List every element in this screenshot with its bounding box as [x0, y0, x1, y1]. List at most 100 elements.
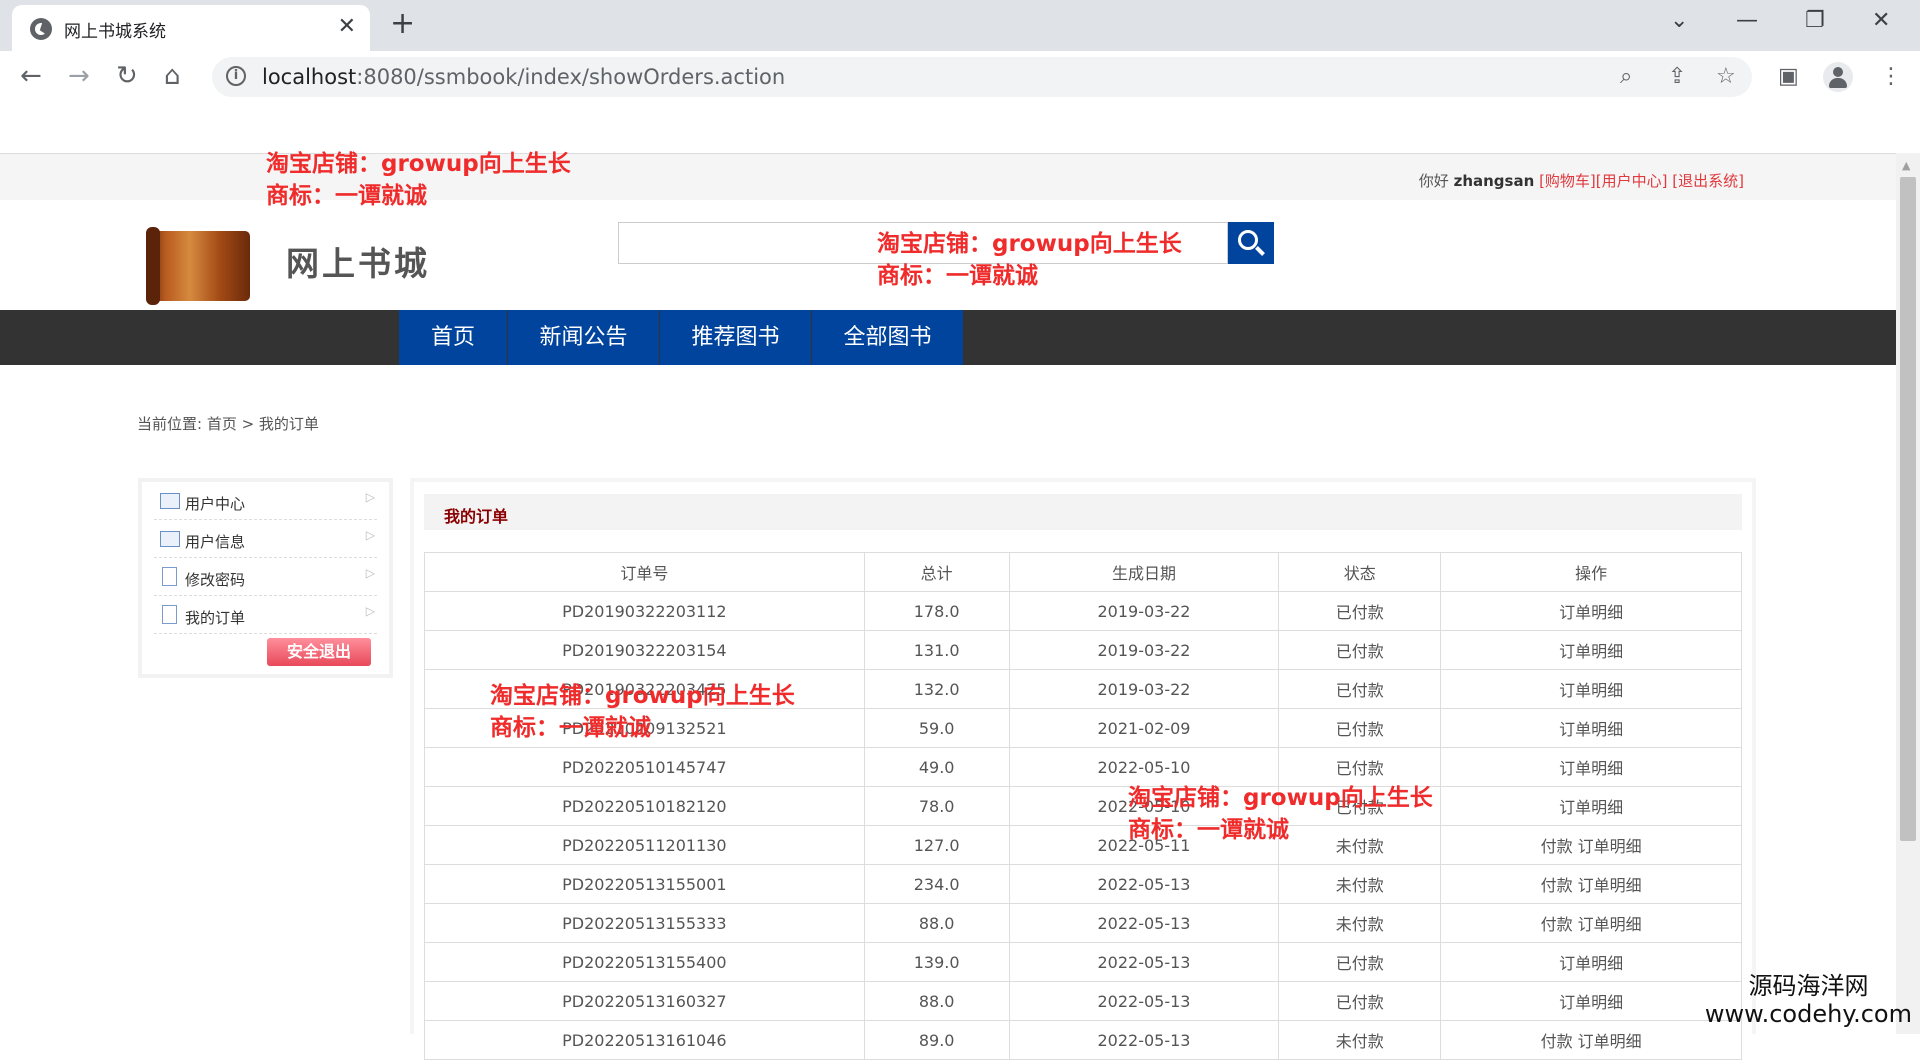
order-date-cell: 2022-05-13 [1008, 981, 1280, 1021]
order-id-cell: PD20220510182120 [424, 786, 865, 826]
order-date-cell: 2021-02-09 [1008, 708, 1280, 748]
chevron-right-icon: ▷ [365, 604, 375, 618]
order-id-cell: PD20220511201130 [424, 825, 865, 865]
window-close-icon[interactable]: ✕ [1872, 8, 1890, 33]
order-detail-link[interactable]: 订单明细 [1440, 630, 1742, 670]
menu-icon[interactable]: ⋮ [1880, 64, 1902, 89]
order-total-cell: 78.0 [863, 786, 1010, 826]
table-row: PD20220513155001 234.0 2022-05-13 未付款 付款 订单明… [424, 864, 1742, 904]
order-status-cell: 已付款 [1278, 630, 1442, 670]
order-detail-link[interactable]: 付款 订单明细 [1440, 1020, 1742, 1060]
nav-all-books[interactable]: 全部图书 [812, 310, 964, 365]
order-id-cell: PD20220513161046 [424, 1020, 865, 1060]
order-id-cell: PD20220510145747 [424, 747, 865, 787]
username: zhangsan [1453, 172, 1535, 190]
sidebar-item-my-orders[interactable]: 我的订单 ▷ [154, 596, 377, 634]
nav-news[interactable]: 新闻公告 [508, 310, 660, 365]
order-status-cell: 未付款 [1278, 1020, 1442, 1060]
orders-title: 我的订单 [444, 507, 509, 526]
table-row: PD20220511201130 127.0 2022-05-11 未付款 付款 订单明… [424, 825, 1742, 865]
safe-logout-button[interactable]: 安全退出 [267, 638, 371, 666]
star-icon[interactable]: ☆ [1716, 64, 1736, 89]
order-status-cell: 已付款 [1278, 669, 1442, 709]
order-detail-link[interactable]: 订单明细 [1440, 708, 1742, 748]
scroll-up-icon[interactable]: ▲ [1902, 159, 1910, 172]
nav-recommended[interactable]: 推荐图书 [660, 310, 812, 365]
order-status-cell: 未付款 [1278, 903, 1442, 943]
order-detail-link[interactable]: 订单明细 [1440, 981, 1742, 1021]
order-total-cell: 59.0 [863, 708, 1010, 748]
watermark-text: 淘宝店铺：growup向上生长 商标：一谭就诚 [266, 151, 571, 209]
order-total-cell: 131.0 [863, 630, 1010, 670]
main-nav: 首页 新闻公告 推荐图书 全部图书 [0, 310, 1896, 365]
order-status-cell: 已付款 [1278, 942, 1442, 982]
table-row: PD20190322203112 178.0 2019-03-22 已付款 订单明细 [424, 591, 1742, 631]
table-row: PD20190322203154 131.0 2019-03-22 已付款 订单明细 [424, 630, 1742, 670]
logout-link[interactable]: [退出系统] [1672, 172, 1744, 190]
order-id-cell: PD20220513160327 [424, 981, 865, 1021]
order-status-cell: 已付款 [1278, 708, 1442, 748]
new-tab-icon[interactable]: + [390, 6, 415, 41]
user-sidebar: 用户中心 ▷ 用户信息 ▷ 修改密码 ▷ 我的订单 ▷ 安全退出 [138, 478, 393, 678]
tab-title: 网上书城系统 [64, 22, 166, 42]
order-detail-link[interactable]: 付款 订单明细 [1440, 903, 1742, 943]
order-date-cell: 2019-03-22 [1008, 669, 1280, 709]
sidepanel-icon[interactable]: ▣ [1778, 64, 1799, 89]
reload-icon[interactable]: ↻ [116, 61, 138, 91]
order-date-cell: 2019-03-22 [1008, 591, 1280, 631]
order-total-cell: 234.0 [863, 864, 1010, 904]
watermark-text: 淘宝店铺：growup向上生长 商标：一谭就诚 [490, 683, 795, 741]
table-row: PD20220510182120 78.0 2022-05-10 已付款 订单明细 [424, 786, 1742, 826]
order-total-cell: 139.0 [863, 942, 1010, 982]
orders-table: 订单号 总计 生成日期 状态 操作 PD20190322203112 178.0 2… [424, 552, 1742, 1060]
back-icon[interactable]: ← [20, 61, 42, 91]
home-icon[interactable]: ⌂ [164, 61, 181, 91]
order-detail-link[interactable]: 订单明细 [1440, 942, 1742, 982]
table-header-row: 订单号 总计 生成日期 状态 操作 [424, 552, 1742, 592]
browser-toolbar: ← → ↻ ⌂ i localhost:8080/ssmbook/index/s… [0, 51, 1920, 103]
order-detail-link[interactable]: 订单明细 [1440, 669, 1742, 709]
chevron-right-icon: ▷ [365, 490, 375, 504]
sidebar-item-change-password[interactable]: 修改密码 ▷ [154, 558, 377, 596]
browser-tab[interactable]: 网上书城系统 ✕ [12, 5, 370, 51]
address-bar[interactable]: i localhost:8080/ssmbook/index/showOrder… [212, 57, 1752, 97]
order-detail-link[interactable]: 付款 订单明细 [1440, 864, 1742, 904]
order-id-cell: PD20190322203112 [424, 591, 865, 631]
search-button[interactable] [1228, 222, 1274, 264]
order-date-cell: 2022-05-13 [1008, 864, 1280, 904]
watermark-text: 淘宝店铺：growup向上生长 商标：一谭就诚 [1128, 785, 1433, 843]
orders-panel-header: 我的订单 [424, 494, 1742, 530]
col-order-id: 订单号 [424, 552, 865, 592]
info-icon[interactable]: i [226, 66, 246, 86]
order-detail-link[interactable]: 订单明细 [1440, 747, 1742, 787]
address-url[interactable]: localhost:8080/ssmbook/index/showOrders.… [262, 65, 785, 89]
sidebar-item-user-info[interactable]: 用户信息 ▷ [154, 520, 377, 558]
order-detail-link[interactable]: 订单明细 [1440, 786, 1742, 826]
order-date-cell: 2022-05-10 [1008, 747, 1280, 787]
cart-link[interactable]: [购物车] [1539, 172, 1596, 190]
user-card-icon [160, 531, 180, 547]
order-detail-link[interactable]: 订单明细 [1440, 591, 1742, 631]
table-row: PD20220513155400 139.0 2022-05-13 已付款 订单明细 [424, 942, 1742, 982]
vertical-scrollbar[interactable]: ▲ [1896, 153, 1920, 1034]
user-center-link[interactable]: [用户中心] [1596, 172, 1668, 190]
profile-icon[interactable] [1823, 62, 1853, 92]
order-id-cell: PD20190322203154 [424, 630, 865, 670]
share-icon[interactable]: ⇪ [1668, 64, 1686, 89]
tab-search-chevron-icon[interactable]: ⌄ [1670, 8, 1688, 33]
forward-icon[interactable]: → [68, 61, 90, 91]
site-watermark: 源码海洋网 www.codehy.com [1704, 972, 1912, 1028]
sidebar-item-user-center[interactable]: 用户中心 ▷ [154, 482, 377, 520]
nav-home[interactable]: 首页 [399, 310, 508, 365]
order-date-cell: 2022-05-13 [1008, 1020, 1280, 1060]
site-logo-text: 网上书城 [286, 244, 430, 283]
order-id-cell: PD20220513155400 [424, 942, 865, 982]
zoom-icon[interactable]: ⌕ [1620, 64, 1632, 89]
order-total-cell: 89.0 [863, 1020, 1010, 1060]
scrollbar-thumb[interactable] [1900, 177, 1916, 841]
restore-icon[interactable]: ❐ [1805, 8, 1825, 33]
minimize-icon[interactable]: — [1736, 8, 1758, 33]
order-detail-link[interactable]: 付款 订单明细 [1440, 825, 1742, 865]
chevron-right-icon: ▷ [365, 528, 375, 542]
tab-close-icon[interactable]: ✕ [338, 14, 356, 39]
